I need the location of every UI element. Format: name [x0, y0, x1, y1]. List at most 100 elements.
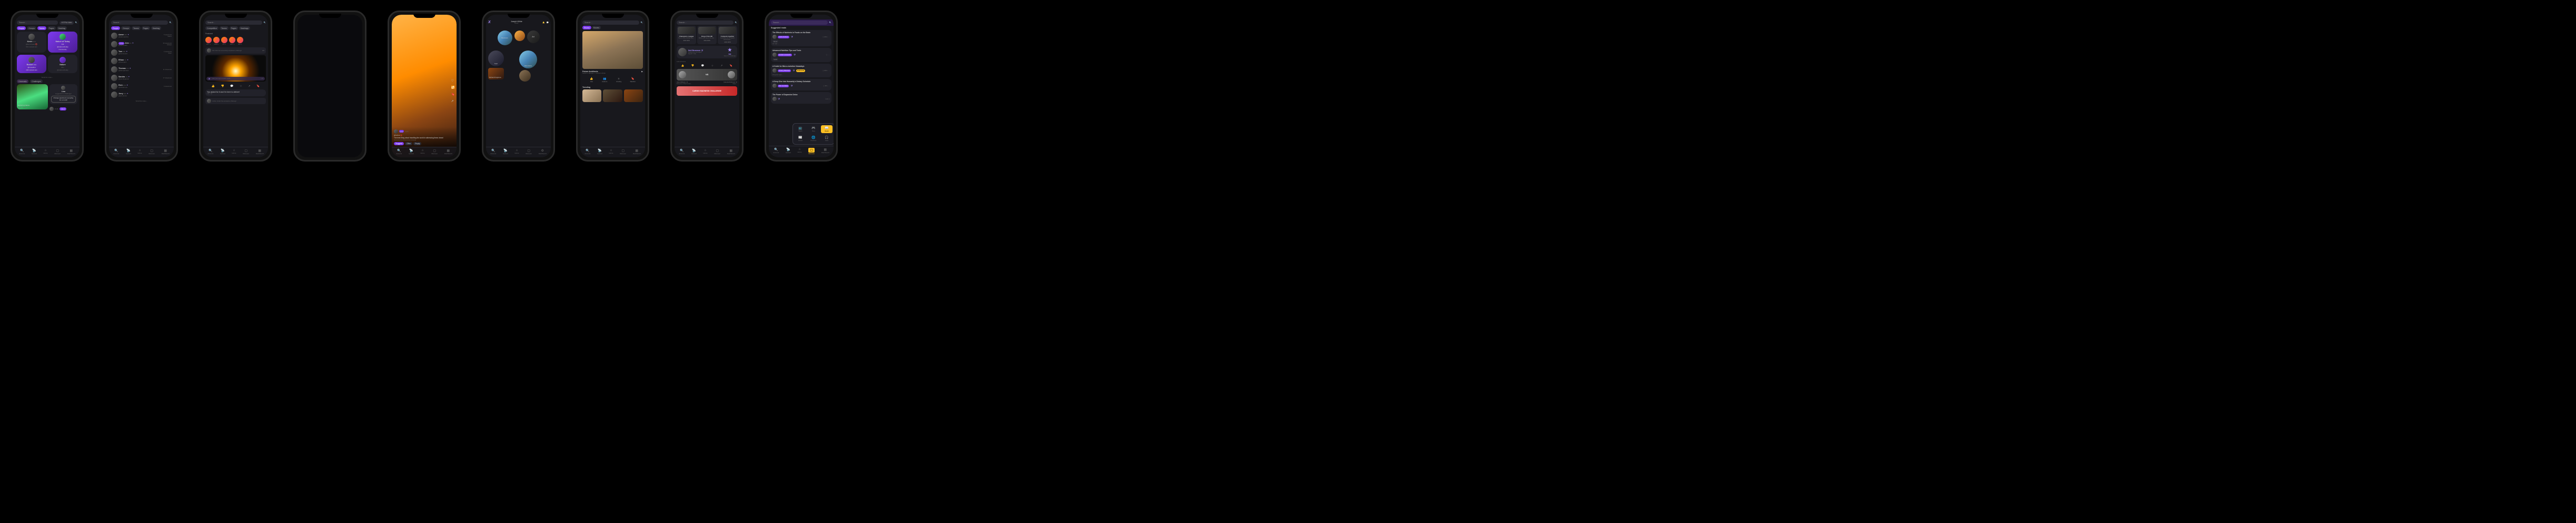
- search-input[interactable]: Search…: [111, 21, 168, 25]
- read-card[interactable]: A Deep Dive Into Humanity's Dietary Sche…: [771, 79, 831, 90]
- nav-discover[interactable]: ▢Discover: [243, 149, 249, 155]
- nav-account[interactable]: 🔍Account: [773, 148, 779, 155]
- bubble-2[interactable]: …: [514, 31, 525, 41]
- repost-icon[interactable]: 🔁: [451, 86, 455, 89]
- menu-item[interactable]: 📰Articles: [795, 135, 806, 143]
- action-view[interactable]: 👍View: [590, 77, 593, 83]
- menu-item[interactable]: 🌐Feedmine: [808, 135, 819, 143]
- dislike-icon[interactable]: 👎: [691, 64, 695, 67]
- show-hero[interactable]: [582, 31, 643, 69]
- list-item[interactable]: Sandra 1m ✦@sandryjames 17 mutual nets: [111, 74, 172, 82]
- like-icon[interactable]: ♡: [451, 79, 455, 83]
- tab-movies[interactable]: Movies: [592, 26, 601, 29]
- prompt-overlay[interactable]: 🛡 I dare you to go a random castle… 1.2k: [206, 77, 265, 81]
- nav-home[interactable]: ⌂Home: [137, 149, 142, 155]
- filter-hashtag[interactable]: Hashtag: [151, 26, 161, 30]
- filter-teams[interactable]: Teams: [37, 26, 46, 30]
- list-item[interactable]: Jerry 18s ✦@jerryiness: [111, 90, 172, 99]
- bubble-mountains[interactable]: Mountains: [519, 51, 537, 68]
- search-icon[interactable]: 🔍: [170, 22, 172, 24]
- filter-pages[interactable]: Pages: [47, 26, 56, 30]
- nav-upload[interactable]: 📡Upload: [126, 149, 131, 155]
- nav-dashboard[interactable]: ▦Dashboard: [444, 149, 452, 155]
- search-icon[interactable]: 🔍: [829, 22, 831, 24]
- read-card[interactable]: The Effects of Nutrients in Foods on the…: [771, 30, 831, 46]
- read-card[interactable]: A Guide for Micro-evolution Nowadays Jer…: [771, 64, 831, 77]
- trending-card-3[interactable]: [624, 89, 643, 102]
- tab-teams[interactable]: Teams: [220, 26, 229, 30]
- bubble-tech[interactable]: Tech: [488, 51, 504, 66]
- search-icon[interactable]: 🔍: [641, 22, 643, 24]
- nav-account[interactable]: 🔍Account: [490, 149, 496, 155]
- promo-btn[interactable]: Like it: [60, 107, 66, 110]
- nav-discover[interactable]: ▢Discover: [714, 149, 720, 155]
- bell-icon[interactable]: 🔔: [542, 22, 544, 24]
- tab-shows[interactable]: Shows: [582, 26, 591, 29]
- nav-home[interactable]: ⌂Home: [703, 149, 707, 155]
- user-card-kevin[interactable]: Kevin 21m @kevinbeast ⭕ 521 mutual nets: [17, 32, 46, 53]
- nav-upload[interactable]: 📡Upload: [409, 149, 414, 155]
- cat-cinematic[interactable]: Cinematic: [17, 79, 28, 83]
- filter-groups[interactable]: Groups: [121, 26, 131, 30]
- nav-discover[interactable]: ▢Discover: [526, 149, 532, 155]
- read-card[interactable]: Advanced Nutrition Tips and Tools Ezekie…: [771, 48, 831, 62]
- nav-discover[interactable]: ▢Discover: [148, 149, 155, 155]
- share-icon[interactable]: ↗: [720, 64, 722, 67]
- search-icon[interactable]: 🔍: [264, 22, 266, 24]
- dislike-icon[interactable]: 👎: [221, 85, 224, 88]
- like-icon[interactable]: 👍: [681, 64, 685, 67]
- filter-people[interactable]: People: [111, 26, 120, 30]
- like-icon[interactable]: 👍: [212, 85, 215, 88]
- nav-upload[interactable]: 📡Upload: [32, 149, 37, 155]
- bookmark-icon[interactable]: 🔖: [730, 64, 733, 67]
- page-card-nature[interactable]: Nature of Today 34k @natureoftoday Commu…: [48, 32, 77, 53]
- menu-item[interactable]: 📺Watch: [795, 125, 806, 133]
- search-input[interactable]: Search…: [677, 21, 734, 25]
- bubble-coffee[interactable]: [519, 70, 531, 82]
- event-card[interactable]: King of the HillBattle your way to the t…: [697, 26, 717, 44]
- nav-upload[interactable]: 📡Upload: [503, 149, 508, 155]
- post-image-spark[interactable]: 🛡 I dare you to go a random castle… 1.2k: [205, 55, 266, 82]
- menu-item[interactable]: 🎧Casts: [821, 135, 833, 143]
- search-input[interactable]: Search…: [582, 21, 639, 25]
- challenge-cta[interactable]: Change apartment everyday for a month: [51, 96, 76, 103]
- featured-avatar[interactable]: 142m ✦: [229, 37, 235, 45]
- star-icon[interactable]: ☆: [240, 85, 242, 88]
- nav-home[interactable]: ⌂Home: [514, 149, 519, 155]
- xstra-web-tag[interactable]: XSTRA Web: [60, 21, 73, 25]
- avatar[interactable]: [394, 129, 398, 134]
- nav-dashboard[interactable]: ▦Dashboard: [727, 149, 735, 155]
- btn-offer[interactable]: Offer: [405, 142, 412, 145]
- nav-home[interactable]: ⌂Home: [609, 149, 613, 155]
- nav-discover[interactable]: ▢Discover: [431, 149, 438, 155]
- trending-card-1[interactable]: [582, 89, 601, 102]
- nav-home[interactable]: ⌂Home: [43, 149, 47, 155]
- filter-hashtag[interactable]: Hashtag: [57, 26, 67, 30]
- bookmark-icon[interactable]: 🔖: [256, 85, 260, 88]
- action-including[interactable]: ≡Including: [616, 77, 621, 83]
- challenge-card[interactable]: Lisa suggested a challenge! Change apart…: [49, 84, 77, 104]
- cat-challenges[interactable]: Challenges: [30, 79, 43, 83]
- list-item[interactable]: ASAp Alex 1m ✦@alexsudan 93 mutual netsL…: [111, 40, 172, 48]
- list-item[interactable]: Thomas 17h ✦@thomjamsan 11 mutual nets: [111, 65, 172, 74]
- comments-count[interactable]: 3.2k comments: [677, 60, 737, 64]
- nav-home[interactable]: ⌂Home: [232, 149, 236, 155]
- vs-card[interactable]: VS: [677, 69, 737, 81]
- nav-home[interactable]: ⌂Home: [420, 149, 424, 155]
- bubble-business[interactable]: Business: [498, 31, 512, 45]
- nav-home[interactable]: ⌂Home: [797, 148, 801, 155]
- btn-suggest[interactable]: Suggest: [394, 142, 404, 145]
- tab-hashtags[interactable]: Hashtags: [239, 26, 250, 30]
- search-input[interactable]: Search…: [17, 21, 58, 25]
- menu-item[interactable]: 🎮Plays: [808, 125, 819, 133]
- action-audience[interactable]: 👥Audience: [602, 77, 607, 83]
- filter-groups[interactable]: Groups: [27, 26, 36, 30]
- nav-upload[interactable]: 📡Upload: [597, 149, 602, 155]
- chat-icon[interactable]: 💬: [230, 85, 233, 88]
- list-item[interactable]: Ethan 7m ✦@beangein: [111, 57, 172, 65]
- nav-account[interactable]: 🔍Account: [396, 149, 402, 155]
- share-icon[interactable]: ↗: [248, 85, 250, 88]
- event-card[interactable]: Compete togetherGenuinely the R. Atlanti…: [718, 26, 737, 44]
- notification-bar[interactable]: Rick Rick has successfully completed a c…: [205, 47, 266, 54]
- play-icon[interactable]: ▶: [641, 71, 643, 73]
